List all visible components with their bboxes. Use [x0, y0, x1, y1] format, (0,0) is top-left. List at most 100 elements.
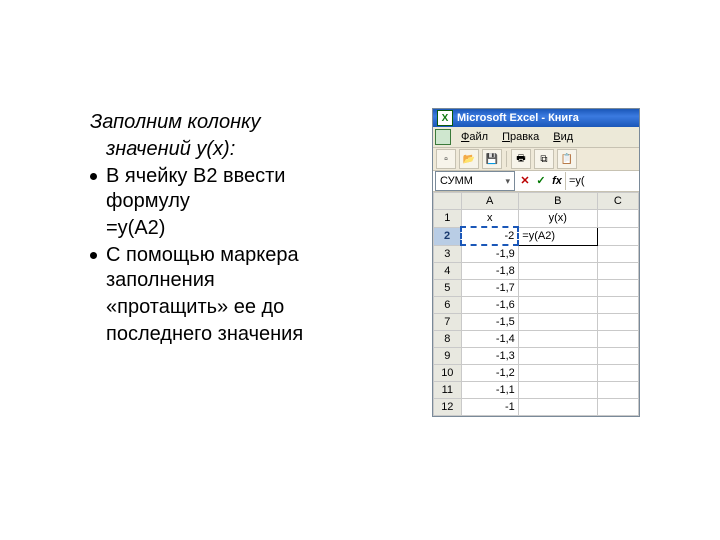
row-header[interactable]: 12	[434, 399, 462, 416]
window-title: Microsoft Excel - Книга	[457, 112, 579, 124]
toolbar-separator	[506, 151, 507, 167]
table-row: 11 -1,1	[434, 382, 639, 399]
col-header-B[interactable]: B	[518, 193, 597, 210]
row-header[interactable]: 4	[434, 263, 462, 280]
row-header[interactable]: 10	[434, 365, 462, 382]
open-icon[interactable]: 📂	[459, 149, 479, 169]
confirm-icon[interactable]: ✓	[534, 174, 548, 188]
title-bar: X Microsoft Excel - Книга	[433, 109, 639, 127]
text-block: Заполним колонку значений y(x): В ячейку…	[90, 110, 410, 349]
cell[interactable]	[597, 399, 638, 416]
cell[interactable]	[518, 245, 597, 263]
paste-icon[interactable]: 📋	[557, 149, 577, 169]
row-header[interactable]: 1	[434, 210, 462, 228]
excel-window: X Microsoft Excel - Книга Файл Правка Ви…	[432, 108, 640, 417]
formula-text: =y(	[569, 175, 585, 187]
table-row: 6 -1,6	[434, 297, 639, 314]
cell[interactable]	[518, 314, 597, 331]
row-header[interactable]: 9	[434, 348, 462, 365]
bullet-1-line-2: формулу	[106, 189, 410, 214]
copy-icon[interactable]: ⧉	[534, 149, 554, 169]
name-box[interactable]: СУММ ▾	[435, 171, 515, 191]
table-row: 1 x y(x)	[434, 210, 639, 228]
cell-C1[interactable]	[597, 210, 638, 228]
cell[interactable]	[597, 297, 638, 314]
dropdown-icon[interactable]: ▾	[505, 176, 510, 187]
excel-logo-icon: X	[437, 110, 453, 126]
cancel-icon[interactable]: ✕	[518, 174, 532, 188]
bullet-1-line-3: =y(A2)	[106, 216, 410, 241]
cell-B2-active[interactable]: =y(A2)	[518, 227, 597, 245]
row-header[interactable]: 6	[434, 297, 462, 314]
bullet-2-line-3: «протащить» ее до	[106, 295, 410, 320]
bullet-list: В ячейку В2 ввести формулу =y(A2) С помо…	[90, 164, 410, 347]
row-header[interactable]: 8	[434, 331, 462, 348]
cell[interactable]	[597, 348, 638, 365]
row-header[interactable]: 5	[434, 280, 462, 297]
table-row: 8 -1,4	[434, 331, 639, 348]
cell[interactable]	[597, 331, 638, 348]
cell[interactable]	[597, 382, 638, 399]
fx-icon[interactable]: fx	[550, 174, 564, 188]
cell[interactable]	[518, 331, 597, 348]
cell[interactable]	[597, 280, 638, 297]
formula-bar: СУММ ▾ ✕ ✓ fx =y(	[433, 171, 639, 192]
lead-line-1: Заполним колонку	[90, 110, 410, 135]
formula-input[interactable]: =y(	[565, 172, 639, 190]
cell[interactable]: -1,4	[461, 331, 518, 348]
cell[interactable]: -1,6	[461, 297, 518, 314]
cell[interactable]: -1,1	[461, 382, 518, 399]
select-all-corner[interactable]	[434, 193, 462, 210]
cell[interactable]	[518, 280, 597, 297]
cell[interactable]: -1,8	[461, 263, 518, 280]
table-row: 5 -1,7	[434, 280, 639, 297]
save-icon[interactable]: 💾	[482, 149, 502, 169]
cell-A1[interactable]: x	[461, 210, 518, 228]
row-header[interactable]: 3	[434, 245, 462, 263]
cell[interactable]: -1,5	[461, 314, 518, 331]
cell[interactable]: -1,2	[461, 365, 518, 382]
row-header[interactable]: 7	[434, 314, 462, 331]
new-icon[interactable]: ▫	[436, 149, 456, 169]
table-row: 3 -1,9	[434, 245, 639, 263]
cell[interactable]	[518, 399, 597, 416]
cell[interactable]	[597, 263, 638, 280]
bullet-2-line-4: последнего значения	[106, 322, 410, 347]
cell-A2[interactable]: -2	[461, 227, 518, 245]
workbook-icon	[435, 129, 451, 145]
spreadsheet-grid: A B C 1 x y(x) 2 -2 =y(A2) 3	[433, 192, 639, 416]
cell[interactable]: -1,7	[461, 280, 518, 297]
bullet-2-line-2: заполнения	[106, 268, 410, 293]
slide: Заполним колонку значений y(x): В ячейку…	[0, 0, 720, 540]
cell[interactable]: -1	[461, 399, 518, 416]
col-header-C[interactable]: C	[597, 193, 638, 210]
col-header-A[interactable]: A	[461, 193, 518, 210]
cell[interactable]	[518, 297, 597, 314]
lead-line-2: значений y(x):	[106, 137, 410, 162]
cell[interactable]: -1,3	[461, 348, 518, 365]
row-header[interactable]: 11	[434, 382, 462, 399]
cell[interactable]	[597, 365, 638, 382]
cell[interactable]	[597, 314, 638, 331]
bullet-1: В ячейку В2 ввести формулу =y(A2)	[90, 164, 410, 241]
menu-view[interactable]: Вид	[547, 131, 579, 143]
table-row: 10 -1,2	[434, 365, 639, 382]
cell[interactable]	[518, 382, 597, 399]
menu-file[interactable]: Файл	[455, 131, 494, 143]
cell-C2[interactable]	[597, 227, 638, 245]
cell[interactable]	[518, 365, 597, 382]
cell[interactable]	[518, 348, 597, 365]
cell-B1[interactable]: y(x)	[518, 210, 597, 228]
cell[interactable]: -1,9	[461, 245, 518, 263]
print-icon[interactable]: 🖶	[511, 149, 531, 169]
table-row: 7 -1,5	[434, 314, 639, 331]
menu-bar: Файл Правка Вид	[433, 127, 639, 148]
menu-edit[interactable]: Правка	[496, 131, 545, 143]
cell[interactable]	[518, 263, 597, 280]
cell[interactable]	[597, 245, 638, 263]
table-row: 12 -1	[434, 399, 639, 416]
table-row: 9 -1,3	[434, 348, 639, 365]
row-header[interactable]: 2	[434, 227, 462, 245]
toolbar: ▫ 📂 💾 🖶 ⧉ 📋	[433, 148, 639, 171]
name-box-text: СУММ	[440, 175, 473, 187]
